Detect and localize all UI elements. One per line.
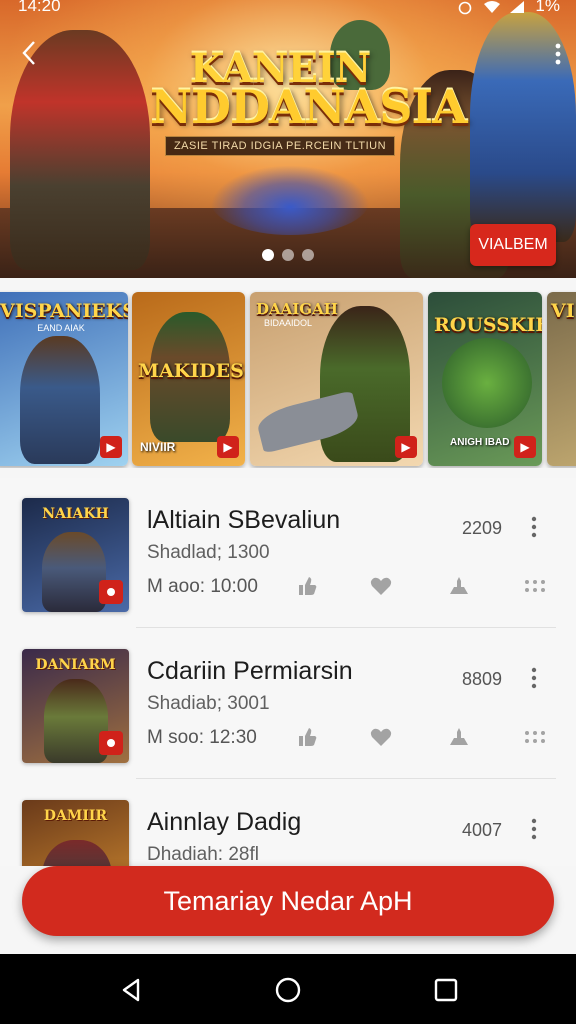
grid-dots-icon[interactable] bbox=[522, 725, 548, 749]
card-title: MAKIDES bbox=[138, 360, 244, 382]
pager-dot-3[interactable] bbox=[302, 249, 314, 261]
hero-pager[interactable] bbox=[262, 249, 314, 261]
alarm-icon bbox=[457, 0, 473, 15]
chevron-left-icon bbox=[22, 41, 35, 65]
play-icon[interactable] bbox=[99, 580, 123, 604]
carousel-card[interactable]: ROUSSKIH ANIGH IBAD ▶ bbox=[428, 292, 542, 466]
vertical-dots-icon bbox=[531, 818, 537, 840]
card-title: VISPANIEKS bbox=[0, 300, 128, 322]
hero-title-line2: NDDANASIA bbox=[150, 80, 468, 134]
hero-cta-button[interactable]: VIALBEM bbox=[470, 224, 556, 266]
hero-tagline: ZASIE TIRAD IDGIA PE.RCEIN TLTIUN bbox=[164, 136, 396, 156]
thumbs-up-icon[interactable] bbox=[294, 725, 320, 749]
thumbnail-title: DAMIIR bbox=[43, 808, 108, 824]
app-screen: 14:20 1% KANEIN NDDANASIA ZASIE TIRAD ID… bbox=[0, 0, 576, 1024]
status-bar: 14:20 1% bbox=[0, 0, 576, 18]
hero-banner[interactable]: 14:20 1% KANEIN NDDANASIA ZASIE TIRAD ID… bbox=[0, 0, 576, 278]
item-subtitle: Shadiab; 3001 bbox=[147, 693, 270, 714]
card-title: ROUSSKIH bbox=[434, 314, 542, 336]
vertical-dots-icon bbox=[531, 516, 537, 538]
grid-dots-icon[interactable] bbox=[522, 574, 548, 598]
item-time: M aoo: 10:00 bbox=[147, 576, 258, 597]
item-time: M soo: 12:30 bbox=[147, 727, 257, 748]
hero-battle-scene bbox=[210, 165, 370, 235]
item-more-button[interactable] bbox=[528, 516, 540, 538]
circle-home-icon bbox=[275, 977, 301, 1003]
nav-home-button[interactable] bbox=[274, 976, 302, 1004]
carousel-card[interactable]: MAKIDES NIVIIR ▶ bbox=[132, 292, 245, 466]
pager-dot-1[interactable] bbox=[262, 249, 274, 261]
heart-icon[interactable] bbox=[368, 574, 394, 598]
card-caption: ANIGH IBAD bbox=[450, 437, 510, 448]
item-title[interactable]: Cdariin Permiarsin bbox=[147, 657, 353, 686]
more-options-button[interactable] bbox=[554, 42, 562, 66]
item-subtitle: Shadlad; 1300 bbox=[147, 542, 270, 563]
item-subtitle: Dhadiah: 28fl bbox=[147, 844, 259, 865]
carousel-card[interactable]: VISPANIEKS EAND AIAK ▶ bbox=[0, 292, 128, 466]
card-dragon bbox=[442, 338, 532, 428]
card-caption: NIVIIR bbox=[140, 440, 176, 454]
card-play-badge[interactable]: ▶ bbox=[514, 436, 536, 458]
item-count: 4007 bbox=[462, 820, 503, 840]
item-title[interactable]: Ainnlay Dadig bbox=[147, 808, 301, 837]
item-count: 8809 bbox=[462, 669, 503, 689]
card-play-badge[interactable]: ▶ bbox=[217, 436, 239, 458]
play-icon[interactable] bbox=[99, 731, 123, 755]
nav-recents-button[interactable] bbox=[432, 976, 460, 1004]
item-count: 2209 bbox=[462, 518, 503, 538]
vertical-dots-icon bbox=[555, 43, 561, 65]
card-play-badge[interactable]: ▶ bbox=[100, 436, 122, 458]
game-list: NAIAKH lAltiain SBevaliun Shadlad; 1300 … bbox=[0, 478, 576, 914]
primary-cta-button[interactable]: Temariay Nedar ApH bbox=[22, 866, 554, 936]
list-item[interactable]: DANIARM Cdariin Permiarsin Shadiab; 3001… bbox=[0, 629, 576, 779]
card-title: VI bbox=[551, 300, 575, 322]
card-title: DAAIGAH bbox=[256, 300, 338, 318]
row-divider bbox=[136, 627, 556, 628]
thumbs-up-icon[interactable] bbox=[294, 574, 320, 598]
thumbnail-title: DANIARM bbox=[35, 657, 116, 673]
thumbnail-title: NAIAKH bbox=[42, 506, 109, 522]
square-recents-icon bbox=[434, 978, 458, 1002]
list-item[interactable]: NAIAKH lAltiain SBevaliun Shadlad; 1300 … bbox=[0, 478, 576, 628]
row-divider bbox=[136, 778, 556, 779]
signal-icon bbox=[509, 0, 525, 13]
pager-dot-2[interactable] bbox=[282, 249, 294, 261]
vertical-dots-icon bbox=[531, 667, 537, 689]
hero-title-block: KANEIN NDDANASIA ZASIE TIRAD IDGIA PE.RC… bbox=[150, 49, 468, 156]
carousel-card[interactable]: DAAIGAH BIDAAIDOL ▶ bbox=[250, 292, 423, 466]
status-time: 14:20 bbox=[18, 0, 61, 15]
item-more-button[interactable] bbox=[528, 818, 540, 840]
item-title[interactable]: lAltiain SBevaliun bbox=[147, 506, 340, 535]
share-icon[interactable] bbox=[446, 725, 472, 749]
share-icon[interactable] bbox=[446, 574, 472, 598]
list-thumbnail[interactable]: DANIARM bbox=[22, 649, 129, 763]
card-subtitle: BIDAAIDOL bbox=[264, 318, 313, 328]
nav-back-button[interactable] bbox=[118, 976, 146, 1004]
thumbnail-character bbox=[42, 532, 106, 612]
item-actions bbox=[294, 574, 556, 598]
system-nav-bar bbox=[0, 954, 576, 1024]
wifi-icon bbox=[483, 0, 501, 13]
carousel-card[interactable]: VI bbox=[547, 292, 576, 466]
card-subtitle: EAND AIAK bbox=[37, 323, 85, 333]
list-thumbnail[interactable]: NAIAKH bbox=[22, 498, 129, 612]
triangle-back-icon bbox=[122, 978, 140, 1002]
item-more-button[interactable] bbox=[528, 667, 540, 689]
card-play-badge[interactable]: ▶ bbox=[395, 436, 417, 458]
heart-icon[interactable] bbox=[368, 725, 394, 749]
back-button[interactable] bbox=[18, 38, 42, 68]
battery-percent: 1% bbox=[535, 0, 560, 15]
bottom-cta-area: Temariay Nedar ApH bbox=[0, 866, 576, 954]
featured-carousel[interactable]: VISPANIEKS EAND AIAK ▶ MAKIDES NIVIIR ▶ … bbox=[0, 290, 576, 468]
card-character bbox=[20, 336, 100, 464]
hero-title: KANEIN NDDANASIA bbox=[150, 49, 468, 134]
item-actions bbox=[294, 725, 556, 749]
